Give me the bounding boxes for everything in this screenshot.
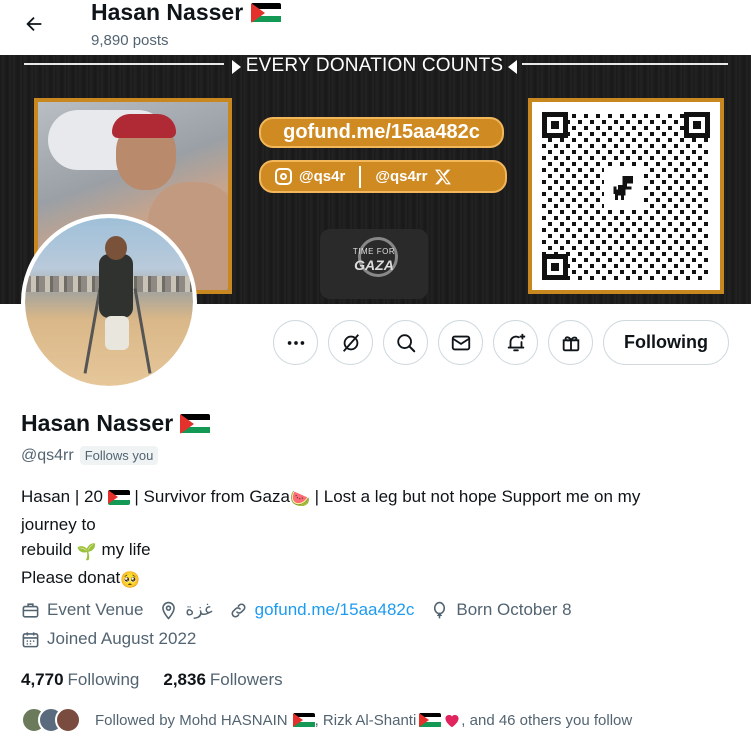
bio-text: rebuild <box>21 540 73 559</box>
red-heart-icon <box>445 714 459 728</box>
follows-you-badge: Follows you <box>79 446 159 465</box>
profile-avatar[interactable] <box>21 214 197 390</box>
more-button[interactable] <box>273 320 319 365</box>
profile-name-row: Hasan Nasser <box>21 410 211 437</box>
palestine-flag-icon <box>251 2 282 23</box>
profile-meta-joined: Joined August 2022 <box>21 629 212 649</box>
banner-divider-right <box>522 63 728 65</box>
bio-text: Please donat <box>21 568 121 587</box>
bio-text: | Survivor from Gaza <box>134 487 290 506</box>
dinosaur-icon <box>604 168 644 208</box>
followed-by-text: Followed by Mohd HASNAIN <box>95 711 288 729</box>
post-count: 9,890 posts <box>91 32 169 49</box>
followers-label: Followers <box>209 670 283 689</box>
x-handle: @qs4rr <box>375 168 428 185</box>
birthday-text: Born October 8 <box>456 600 572 619</box>
notifications-button[interactable] <box>493 320 539 365</box>
header-title: Hasan Nasser <box>91 0 282 26</box>
location-pin-icon <box>162 601 176 620</box>
pleading-face-icon: 🥺 <box>120 572 141 589</box>
header-name: Hasan Nasser <box>91 0 244 25</box>
followers-stat[interactable]: 2,836 Followers <box>163 670 282 690</box>
profile-handle-row: @qs4rr Follows you <box>21 446 159 465</box>
bio-text: | Lost a leg but not hope Support me on … <box>309 487 641 506</box>
birthday-item: Born October 8 <box>430 600 572 620</box>
palestine-flag-icon <box>180 413 211 434</box>
profile-handle: @qs4rr <box>21 446 74 464</box>
back-button[interactable] <box>20 10 48 38</box>
profile-name: Hasan Nasser <box>21 410 174 436</box>
x-logo-icon <box>435 169 452 184</box>
search-icon <box>396 333 415 352</box>
banner-divider-left <box>24 63 224 65</box>
palestine-flag-icon <box>107 490 130 505</box>
arrow-left-icon <box>26 16 42 32</box>
bell-plus-icon <box>507 333 525 351</box>
followers-count: 2,836 <box>163 670 206 689</box>
location-item: غزة <box>159 600 213 620</box>
grok-button[interactable] <box>328 320 374 365</box>
profile-actions: Following <box>273 320 729 365</box>
banner-donation-link: gofund.me/15aa482c <box>259 117 504 148</box>
avatar <box>55 707 81 733</box>
bio-text: Hasan | 20 <box>21 487 103 506</box>
balloon-icon <box>434 601 446 618</box>
search-button[interactable] <box>383 320 429 365</box>
followed-by-text: , Rizk Al-Shanti <box>314 711 417 729</box>
followed-by-row[interactable]: Followed by Mohd HASNAIN , Rizk Al-Shant… <box>21 707 632 733</box>
bio-text: my life <box>101 540 151 559</box>
seedling-icon: 🌱 <box>76 544 97 561</box>
briefcase-icon <box>22 602 39 618</box>
calendar-icon <box>22 631 39 647</box>
category-item: Event Venue <box>21 600 143 620</box>
donation-qr-code <box>528 98 724 294</box>
profile-bio: Hasan | 20 | Survivor from Gaza🍉 | Lost … <box>21 484 731 593</box>
following-label: Following <box>67 670 140 689</box>
follow-stats: 4,770 Following 2,836 Followers <box>21 670 283 690</box>
time-for-gaza-logo: TIME FOR GAZA <box>320 229 428 299</box>
banner-headline: EVERY DONATION COUNTS <box>245 55 504 76</box>
link-icon <box>231 602 246 618</box>
following-button[interactable]: Following <box>603 320 729 365</box>
instagram-icon <box>275 168 292 185</box>
bio-text: journey to <box>21 515 96 534</box>
location-text: غزة <box>185 600 213 619</box>
grok-icon <box>342 333 359 352</box>
followed-by-text: , and 46 others you follow <box>461 711 633 729</box>
profile-meta: Event Venue غزة gofund.me/15aa482c Born … <box>21 600 588 620</box>
joined-item: Joined August 2022 <box>21 629 196 649</box>
message-button[interactable] <box>438 320 484 365</box>
profile-header: Hasan Nasser 9,890 posts <box>0 0 751 55</box>
following-count: 4,770 <box>21 670 64 689</box>
more-icon <box>287 340 304 345</box>
category-text: Event Venue <box>47 600 144 619</box>
joined-text: Joined August 2022 <box>47 629 197 648</box>
triangle-left-icon <box>508 60 517 74</box>
palestine-flag-icon <box>292 712 315 728</box>
palestine-flag-icon <box>419 712 442 728</box>
gift-icon <box>562 335 579 351</box>
banner-social-handles: @qs4r @qs4rr <box>259 160 507 193</box>
gift-button[interactable] <box>548 320 594 365</box>
following-stat[interactable]: 4,770 Following <box>21 670 139 690</box>
instagram-handle: @qs4r <box>299 168 346 185</box>
follower-avatars <box>21 707 85 733</box>
watermelon-icon: 🍉 <box>289 491 310 508</box>
website-link[interactable]: gofund.me/15aa482c <box>255 600 415 620</box>
website-item: gofund.me/15aa482c <box>229 600 415 620</box>
mail-icon <box>451 335 470 350</box>
